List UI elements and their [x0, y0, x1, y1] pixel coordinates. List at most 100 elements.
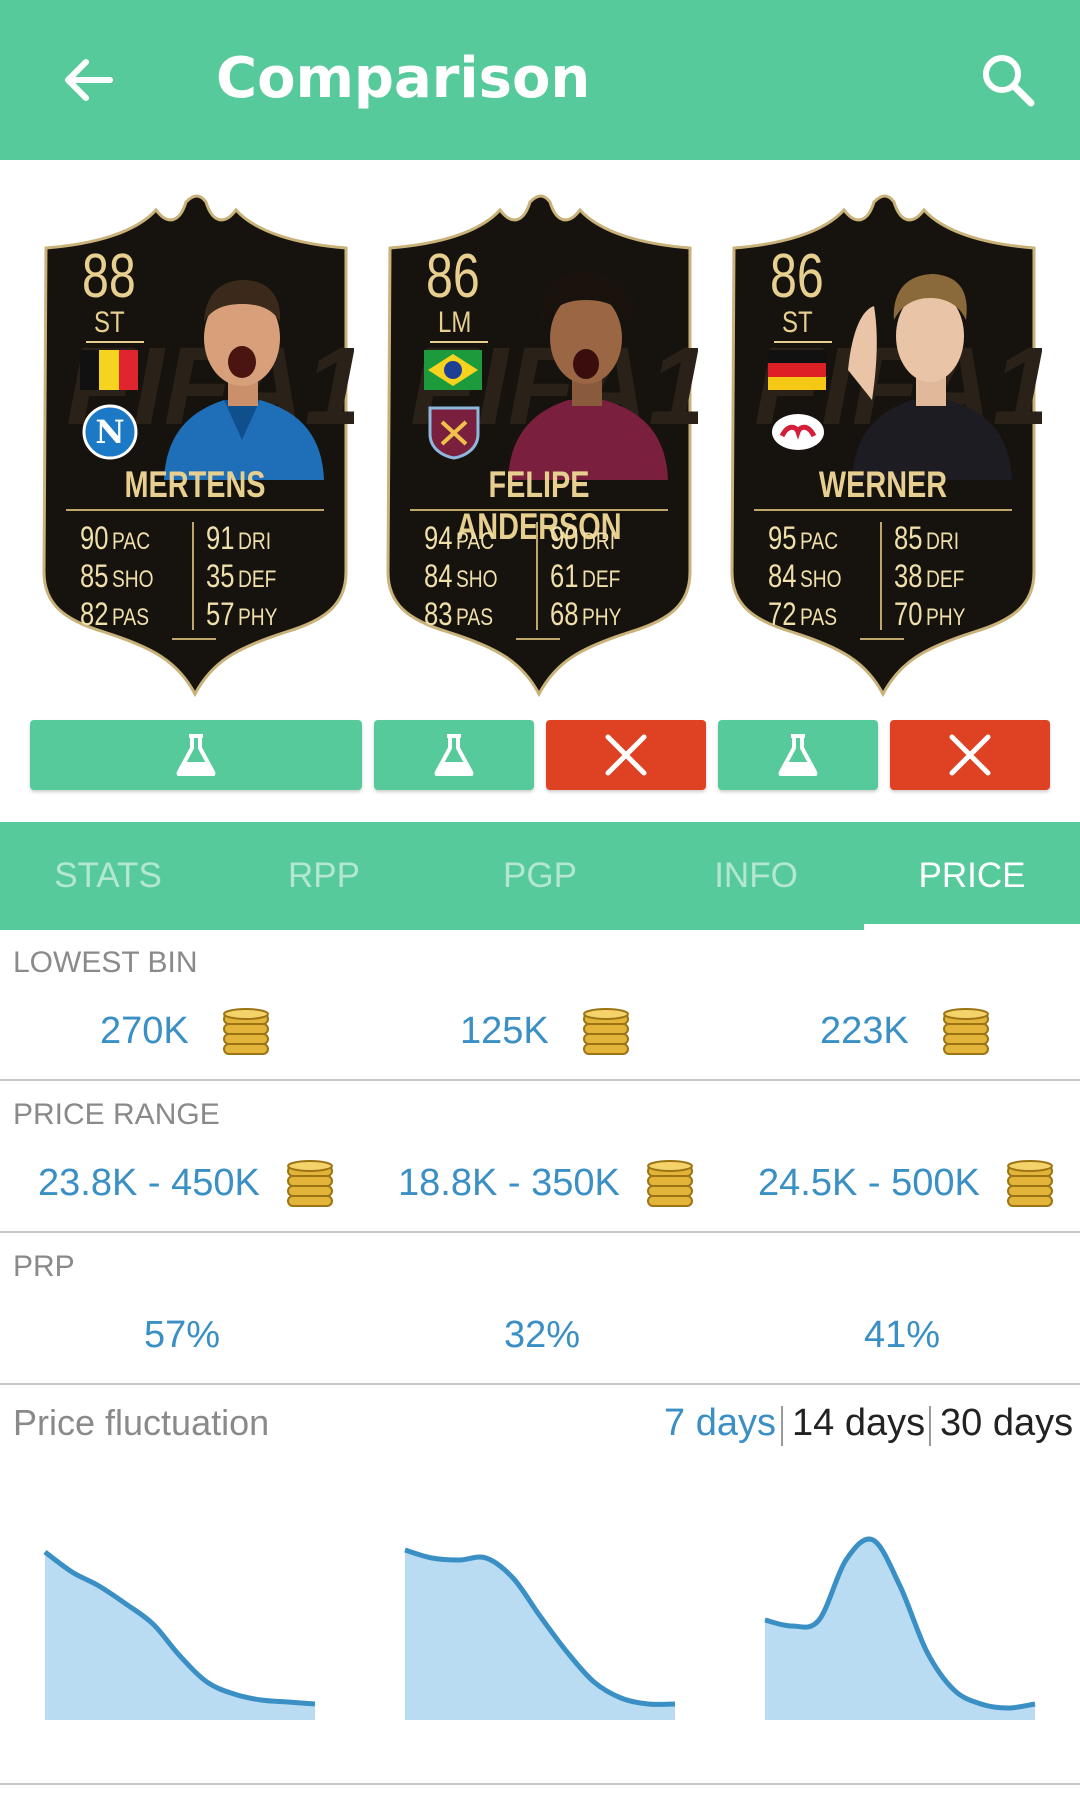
remove-player-button-2[interactable] — [546, 720, 706, 790]
range-separator — [781, 1406, 783, 1446]
arrow-left-icon — [65, 59, 113, 101]
stat-def: 61 DEF — [550, 558, 620, 594]
germany-flag — [768, 350, 826, 390]
position-underline — [86, 341, 144, 343]
price-range-value-2: 18.8K - 350K — [398, 1162, 620, 1204]
price-range-label: PRICE RANGE — [13, 1098, 220, 1131]
stat-dri: 85 DRI — [894, 520, 959, 556]
divider — [0, 1231, 1080, 1233]
card-position: LM — [438, 306, 472, 339]
player-card[interactable]: FIFA19 86 LM FELIPE ANDERSON 94PAC 84SHO — [380, 192, 698, 702]
stat-dri: 91 DRI — [206, 520, 271, 556]
stat-def: 35 DEF — [206, 558, 276, 594]
card-divider — [754, 509, 1012, 511]
lowest-bin-value-2: 125K — [460, 1010, 549, 1052]
stat-sho: 85 SHO — [80, 558, 154, 594]
close-icon — [605, 734, 647, 776]
player-photo — [164, 280, 324, 480]
west-ham-badge — [428, 406, 480, 460]
coins-icon — [1007, 1160, 1053, 1207]
player-card[interactable]: FIFA19 88 ST N MERTENS 90PAC 85SHO 82PAS… — [36, 192, 354, 702]
card-rating: 86 — [770, 242, 824, 311]
search-icon — [983, 55, 1035, 107]
chemistry-button-2[interactable] — [374, 720, 534, 790]
card-position: ST — [782, 306, 813, 339]
price-sparkline-3 — [764, 1536, 1036, 1720]
card-position: ST — [94, 306, 125, 339]
position-underline — [430, 341, 488, 343]
card-stats: 90 PAC 85 SHO 82 PAS 91 DRI 35 DEF 57 PHY — [80, 520, 320, 640]
range-7-days[interactable]: 7 days — [664, 1402, 776, 1445]
card-divider — [410, 509, 668, 511]
stat-def: 38 DEF — [894, 558, 964, 594]
close-icon — [949, 734, 991, 776]
coins-icon — [287, 1160, 333, 1207]
chemistry-button-1[interactable] — [30, 720, 362, 790]
tab-indicator — [864, 924, 1080, 930]
prp-value-2: 32% — [504, 1314, 581, 1356]
page-title: Comparison — [216, 46, 591, 111]
tab-stats[interactable]: STATS — [0, 822, 216, 930]
tab-bar: STATS RPP PGP INFO PRICE — [0, 822, 1080, 930]
rb-leipzig-badge — [772, 414, 824, 450]
player-photo — [508, 271, 668, 480]
stat-dri: 90 DRI — [550, 520, 615, 556]
brazil-flag — [424, 350, 482, 390]
tab-info[interactable]: INFO — [648, 822, 864, 930]
divider — [0, 1383, 1080, 1385]
sparkline-area — [405, 1550, 675, 1720]
flask-icon — [434, 734, 474, 776]
chemistry-button-3[interactable] — [718, 720, 878, 790]
price-sparkline-1 — [43, 1549, 316, 1720]
prp-label: PRP — [13, 1250, 75, 1283]
stat-sho: 84 SHO — [424, 558, 498, 594]
tab-rpp[interactable]: RPP — [216, 822, 432, 930]
stat-phy: 70 PHY — [894, 596, 966, 632]
coins-icon — [223, 1008, 269, 1055]
card-divider — [66, 509, 324, 511]
search-button[interactable] — [968, 40, 1048, 120]
stat-phy: 68 PHY — [550, 596, 622, 632]
app-bar: Comparison — [0, 0, 1080, 160]
belgium-flag — [80, 350, 138, 390]
card-player-name: MERTENS — [124, 464, 266, 505]
price-fluctuation-label: Price fluctuation — [13, 1402, 270, 1443]
svg-text:N: N — [95, 413, 124, 451]
stat-phy: 57 PHY — [206, 596, 278, 632]
napoli-badge: N — [82, 404, 138, 460]
range-30-days[interactable]: 30 days — [940, 1402, 1073, 1445]
lowest-bin-value-3: 223K — [820, 1010, 909, 1052]
player-photo — [848, 274, 1012, 480]
price-sparkline-2 — [404, 1547, 676, 1720]
tab-pgp[interactable]: PGP — [432, 822, 648, 930]
stat-pac: 95 PAC — [768, 520, 838, 556]
lowest-bin-label: LOWEST BIN — [13, 946, 198, 979]
back-button[interactable] — [52, 44, 124, 116]
player-card[interactable]: FIFA19 86 ST WERNER 95PAC 84SHO 72PAS 85… — [724, 192, 1042, 702]
coins-icon — [943, 1008, 989, 1055]
divider — [0, 1079, 1080, 1081]
price-range-value-3: 24.5K - 500K — [758, 1162, 980, 1204]
flask-icon — [778, 734, 818, 776]
card-player-name: WERNER — [818, 464, 948, 505]
stat-sho: 84 SHO — [768, 558, 842, 594]
price-range-value-1: 23.8K - 450K — [38, 1162, 260, 1204]
card-stats: 95 PAC 84 SHO 72 PAS 85 DRI 38 DEF 70 PHY — [768, 520, 1008, 640]
player-cards: FIFA19 88 ST N MERTENS 90PAC 85SHO 82PAS… — [0, 160, 1080, 705]
stat-pas: 83 PAS — [424, 596, 493, 632]
coins-icon — [647, 1160, 693, 1207]
prp-value-3: 41% — [864, 1314, 941, 1356]
stat-pas: 72 PAS — [768, 596, 837, 632]
card-stats: 94 PAC 84 SHO 83 PAS 90 DRI 61 DEF 68 PHY — [424, 520, 664, 640]
coins-icon — [583, 1008, 629, 1055]
remove-player-button-3[interactable] — [890, 720, 1050, 790]
range-separator — [929, 1406, 931, 1446]
card-rating: 86 — [426, 242, 480, 311]
card-rating: 88 — [82, 242, 136, 311]
range-14-days[interactable]: 14 days — [792, 1402, 925, 1445]
stat-pas: 82 PAS — [80, 596, 149, 632]
prp-value-1: 57% — [144, 1314, 221, 1356]
tab-price[interactable]: PRICE — [864, 822, 1080, 930]
stat-pac: 90 PAC — [80, 520, 150, 556]
stat-pac: 94 PAC — [424, 520, 494, 556]
